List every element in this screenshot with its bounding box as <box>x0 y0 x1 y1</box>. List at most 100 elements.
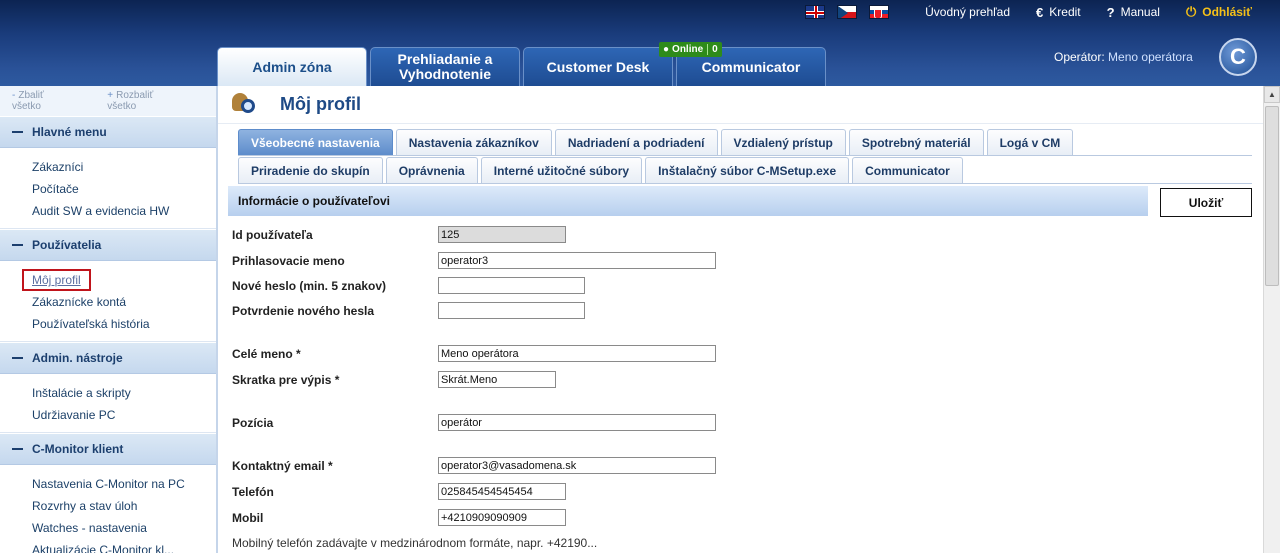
operator-name[interactable]: Meno operátora <box>1108 50 1193 64</box>
save-button[interactable]: Uložiť <box>1160 188 1252 217</box>
profile-subtabs: Všeobecné nastavenia Nastavenia zákazník… <box>238 129 1252 185</box>
main-content: Môj profil Všeobecné nastavenia Nastaven… <box>217 86 1263 553</box>
full-name-label: Celé meno * <box>232 346 301 361</box>
expand-all-link[interactable]: + Rozbaliť všetko <box>107 90 198 112</box>
euro-icon: € <box>1036 4 1044 20</box>
vertical-scrollbar[interactable]: ▲ <box>1263 86 1280 553</box>
operator-label: Operátor: <box>1054 50 1105 64</box>
home-overview-link[interactable]: Úvodný prehľad <box>925 5 1010 19</box>
sidebar-item-cmonitor-settings[interactable]: Nastavenia C-Monitor na PC <box>32 473 216 495</box>
online-label: Online <box>672 44 704 55</box>
flag-cz-icon[interactable] <box>837 5 858 19</box>
row-user-id: Id používateľa 125 <box>232 226 566 243</box>
email-field[interactable]: operator3@vasadomena.sk <box>438 457 716 474</box>
sidebar-items-users: Môj profil Zákaznícke kontá Používateľsk… <box>0 261 216 342</box>
main-tabs: Admin zóna Prehliadanie a Vyhodnotenie C… <box>217 42 829 86</box>
tab-general-settings[interactable]: Všeobecné nastavenia <box>238 129 393 155</box>
credit-label: Kredit <box>1049 5 1081 19</box>
sidebar-item-schedules[interactable]: Rozvrhy a stav úloh <box>32 495 216 517</box>
tab-group-assignment[interactable]: Priradenie do skupín <box>238 157 383 183</box>
collapse-dash-icon <box>12 357 23 359</box>
sidebar-items-admin-tools: Inštalácie a skripty Udržiavanie PC <box>0 374 216 433</box>
row-phone: Telefón 025845454545454 <box>232 483 566 500</box>
scroll-thumb[interactable] <box>1265 106 1279 286</box>
sidebar-item-customers[interactable]: Zákazníci <box>32 156 216 178</box>
phone-field[interactable]: 025845454545454 <box>438 483 566 500</box>
tab-browse-evaluate[interactable]: Prehliadanie a Vyhodnotenie <box>370 47 520 86</box>
manual-link[interactable]: ? Manual <box>1107 5 1160 20</box>
sidebar-item-computers[interactable]: Počítače <box>32 178 216 200</box>
short-name-field[interactable]: Skrát.Meno <box>438 371 556 388</box>
tab-remote-access[interactable]: Vzdialený prístup <box>720 129 846 155</box>
position-label: Pozícia <box>232 415 274 430</box>
sidebar-item-customer-accounts[interactable]: Zákaznícke kontá <box>32 291 216 313</box>
page-header: Môj profil <box>218 86 1263 124</box>
collapse-dash-icon <box>12 448 23 450</box>
row-confirm-password: Potvrdenie nového hesla <box>232 302 585 319</box>
scroll-up-arrow-icon[interactable]: ▲ <box>1264 86 1280 103</box>
online-status-badge[interactable]: ● Online 0 <box>659 42 722 57</box>
collapse-all-link[interactable]: - Zbaliť všetko <box>12 90 89 112</box>
sidebar-items-main-menu: Zákazníci Počítače Audit SW a evidencia … <box>0 148 216 229</box>
sidebar-item-updates[interactable]: Aktualizácie C-Monitor kl... <box>32 539 216 553</box>
sidebar-section-users[interactable]: Používatelia <box>0 229 216 261</box>
full-name-field[interactable]: Meno operátora <box>438 345 716 362</box>
row-login: Prihlasovacie meno operator3 <box>232 252 716 269</box>
flag-en-icon[interactable] <box>805 5 826 19</box>
tab-admin-zone[interactable]: Admin zóna <box>217 47 367 86</box>
confirm-password-label: Potvrdenie nového hesla <box>232 303 375 318</box>
collapse-dash-icon <box>12 131 23 133</box>
sidebar-item-installations[interactable]: Inštalácie a skripty <box>32 382 216 404</box>
communicator-label: Communicator <box>701 58 801 75</box>
tab-permissions[interactable]: Oprávnenia <box>385 157 478 183</box>
operator-info: Operátor: Meno operátora <box>1054 50 1193 64</box>
profile-search-icon <box>232 92 260 117</box>
user-id-field: 125 <box>438 226 566 243</box>
login-field[interactable]: operator3 <box>438 252 716 269</box>
tab-logos-cm[interactable]: Logá v CM <box>986 129 1074 155</box>
sidebar-item-my-profile[interactable]: Môj profil <box>22 269 216 291</box>
flag-sk-icon[interactable] <box>869 5 890 19</box>
new-password-field[interactable] <box>438 277 585 294</box>
online-divider <box>707 44 709 55</box>
short-name-label: Skratka pre výpis * <box>232 372 340 387</box>
tab-customer-desk[interactable]: Customer Desk <box>523 47 673 86</box>
tab-installer-file[interactable]: Inštalačný súbor C-MSetup.exe <box>645 157 850 183</box>
user-id-label: Id používateľa <box>232 227 313 242</box>
sidebar-section-main-menu[interactable]: Hlavné menu <box>0 116 216 148</box>
power-icon: ⏻ <box>1185 4 1197 19</box>
mobile-field[interactable]: +4210909090909 <box>438 509 566 526</box>
section-user-info: Informácie o používateľovi <box>228 186 1148 216</box>
confirm-password-field[interactable] <box>438 302 585 319</box>
tab-superiors-subordinates[interactable]: Nadriadení a podriadení <box>554 129 718 155</box>
header-toolbar: Úvodný prehľad € Kredit ? Manual ⏻ Odhlásiť <box>805 0 1280 24</box>
row-full-name: Celé meno * Meno operátora <box>232 345 716 362</box>
tab-communicator[interactable]: ● Online 0 Communicator <box>659 42 826 86</box>
collapse-dash-icon <box>12 244 23 246</box>
sidebar-item-audit-sw[interactable]: Audit SW a evidencia HW <box>32 200 216 222</box>
sidebar-section-cmonitor-client[interactable]: C-Monitor klient <box>0 433 216 465</box>
position-field[interactable]: operátor <box>438 414 716 431</box>
user-online-icon: ● <box>663 44 670 55</box>
question-icon: ? <box>1106 4 1115 20</box>
sidebar-section-admin-tools[interactable]: Admin. nástroje <box>0 342 216 374</box>
credit-link[interactable]: € Kredit <box>1036 5 1081 20</box>
row-short-name: Skratka pre výpis * Skrát.Meno <box>232 371 556 388</box>
tab-communicator-settings[interactable]: Communicator <box>852 157 963 183</box>
page-title: Môj profil <box>280 94 361 114</box>
tab-consumables[interactable]: Spotrebný materiál <box>848 129 984 155</box>
subtabs-row-1: Všeobecné nastavenia Nastavenia zákazník… <box>238 129 1252 156</box>
login-label: Prihlasovacie meno <box>232 253 345 268</box>
mobile-label: Mobil <box>232 510 264 525</box>
new-password-label: Nové heslo (min. 5 znakov) <box>232 278 387 293</box>
logout-link[interactable]: ⏻ Odhlásiť <box>1186 4 1252 20</box>
tab-internal-files[interactable]: Interné užitočné súbory <box>480 157 643 183</box>
row-email: Kontaktný email * operator3@vasadomena.s… <box>232 457 716 474</box>
manual-label: Manual <box>1120 5 1160 19</box>
sidebar-item-pc-maintenance[interactable]: Udržiavanie PC <box>32 404 216 426</box>
sidebar-item-watches[interactable]: Watches - nastavenia <box>32 517 216 539</box>
sidebar-item-user-history[interactable]: Používateľská história <box>32 313 216 335</box>
tab-customer-settings[interactable]: Nastavenia zákazníkov <box>395 129 552 155</box>
subtabs-row-2: Priradenie do skupín Oprávnenia Interné … <box>238 157 1252 184</box>
email-label: Kontaktný email * <box>232 458 333 473</box>
